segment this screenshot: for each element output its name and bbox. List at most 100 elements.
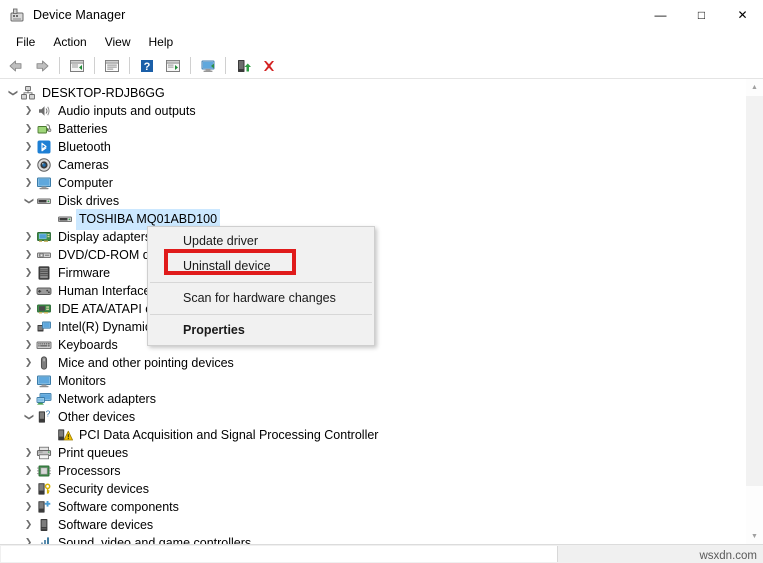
toolbar: ? [0,53,763,79]
forward-icon[interactable] [30,55,54,77]
chevron-right-icon[interactable]: ❯ [21,390,36,408]
battery-icon [36,121,53,137]
chevron-right-icon[interactable]: ❯ [21,156,36,174]
tree-node[interactable]: PCI Data Acquisition and Signal Processi… [0,426,741,444]
chevron-right-icon[interactable]: ❯ [21,120,36,138]
tree-node-label: Software devices [58,518,154,532]
chevron-right-icon[interactable]: ❯ [21,480,36,498]
keyboard-icon [36,337,53,353]
ctx-separator-2 [150,314,372,315]
horizontal-scroll-thumb[interactable] [1,546,558,562]
tree-node-label: Keyboards [58,338,118,352]
software-device-icon [36,517,53,533]
tree-node[interactable]: ❯ Network adapters [0,390,741,408]
chevron-right-icon[interactable]: ❯ [21,318,36,336]
chevron-right-icon[interactable]: ❯ [21,282,36,300]
chevron-right-icon[interactable]: ❯ [21,516,36,534]
tree-node[interactable]: ❯ Monitors [0,372,741,390]
tree-node[interactable]: ❯ Batteries [0,120,741,138]
ctx-update-driver[interactable]: Update driver [148,229,374,254]
dvd-drive-icon [36,247,53,263]
tree-node[interactable]: ❯ DESKTOP-RDJB6GG [0,84,741,102]
close-button[interactable]: ✕ [722,0,763,30]
tree-node-label: Other devices [58,410,136,424]
chevron-right-icon[interactable]: ❯ [21,102,36,120]
tree-node-label: PCI Data Acquisition and Signal Processi… [79,428,379,442]
tree-node-label: Network adapters [58,392,156,406]
minimize-button[interactable]: — [640,0,681,30]
chevron-right-icon[interactable]: ❯ [21,246,36,264]
chevron-down-icon[interactable]: ❯ [20,194,38,209]
ctx-uninstall-device[interactable]: Uninstall device [148,254,374,279]
monitor-icon [36,373,53,389]
chevron-right-icon[interactable]: ❯ [21,138,36,156]
scroll-up-arrow-icon[interactable]: ▲ [746,79,763,96]
tree-node[interactable]: ❯ Software devices [0,516,741,534]
menu-view[interactable]: View [96,32,140,52]
tree-node[interactable]: ❯ Bluetooth [0,138,741,156]
scroll-down-arrow-icon[interactable]: ▼ [746,528,763,545]
update-driver-icon[interactable] [161,55,185,77]
chevron-right-icon[interactable]: ❯ [21,264,36,282]
toolbar-separator-2 [94,57,95,74]
tree-node-label: Display adapters [58,230,152,244]
toolbar-separator-1 [59,57,60,74]
ctx-scan-hardware-changes[interactable]: Scan for hardware changes [148,286,374,311]
vertical-scroll-thumb[interactable] [746,96,763,486]
menu-action[interactable]: Action [44,32,95,52]
scan-hardware-changes-icon[interactable] [196,55,220,77]
tree-node[interactable]: ❯ Print queues [0,444,741,462]
tree-node[interactable]: ❯ Processors [0,462,741,480]
horizontal-scrollbar[interactable] [0,544,763,563]
disk-drive-icon [36,193,53,209]
svg-text:?: ? [46,410,51,419]
chevron-right-icon[interactable]: ❯ [21,336,36,354]
tree-node[interactable]: ❯ Software components [0,498,741,516]
chevron-down-icon[interactable]: ❯ [20,410,38,425]
svg-text:?: ? [144,61,151,73]
software-component-icon [36,499,53,515]
toolbar-separator-5 [225,57,226,74]
uninstall-device-icon[interactable] [257,55,281,77]
maximize-button[interactable]: □ [681,0,722,30]
printer-icon [36,445,53,461]
toolbar-separator-3 [129,57,130,74]
menu-file[interactable]: File [7,32,44,52]
tree-node[interactable]: ❯ Audio inputs and outputs [0,102,741,120]
ctx-properties[interactable]: Properties [148,318,374,343]
tree-node[interactable]: ❯ Disk drives [0,192,741,210]
vertical-scrollbar[interactable]: ▲ ▼ [740,79,763,545]
back-icon[interactable] [4,55,28,77]
chevron-down-icon[interactable]: ❯ [4,86,22,101]
tree-node-label: Security devices [58,482,150,496]
hid-icon [36,283,53,299]
tree-node[interactable]: ❯ Computer [0,174,741,192]
tree-node[interactable]: ❯ Cameras [0,156,741,174]
chevron-right-icon[interactable]: ❯ [21,498,36,516]
chevron-right-icon[interactable]: ❯ [21,300,36,318]
chevron-right-icon[interactable]: ❯ [21,228,36,246]
title-bar: Device Manager — □ ✕ [0,0,763,31]
context-menu[interactable]: Update driver Uninstall device Scan for ha… [147,226,375,346]
chevron-right-icon[interactable]: ❯ [21,444,36,462]
menu-help[interactable]: Help [140,32,183,52]
chevron-right-icon[interactable]: ❯ [21,354,36,372]
chevron-right-icon[interactable]: ❯ [21,462,36,480]
enable-device-icon[interactable] [231,55,255,77]
properties-icon[interactable] [100,55,124,77]
help-icon[interactable]: ? [135,55,159,77]
tree-node-label: Cameras [58,158,109,172]
tree-node-label: Bluetooth [58,140,111,154]
tree-node[interactable]: ❯ Mice and other pointing devices [0,354,741,372]
menu-bar: File Action View Help [0,30,763,53]
tree-node-label: Firmware [58,266,111,280]
tree-node[interactable]: ❯? Other devices [0,408,741,426]
tree-node-label: Computer [58,176,113,190]
tree-node[interactable]: ❯ Security devices [0,480,741,498]
other-device-icon: ? [36,409,53,425]
firmware-icon [36,265,53,281]
chevron-right-icon[interactable]: ❯ [21,372,36,390]
monitor-icon [36,175,53,191]
show-hide-console-tree-icon[interactable] [65,55,89,77]
chevron-right-icon[interactable]: ❯ [21,174,36,192]
